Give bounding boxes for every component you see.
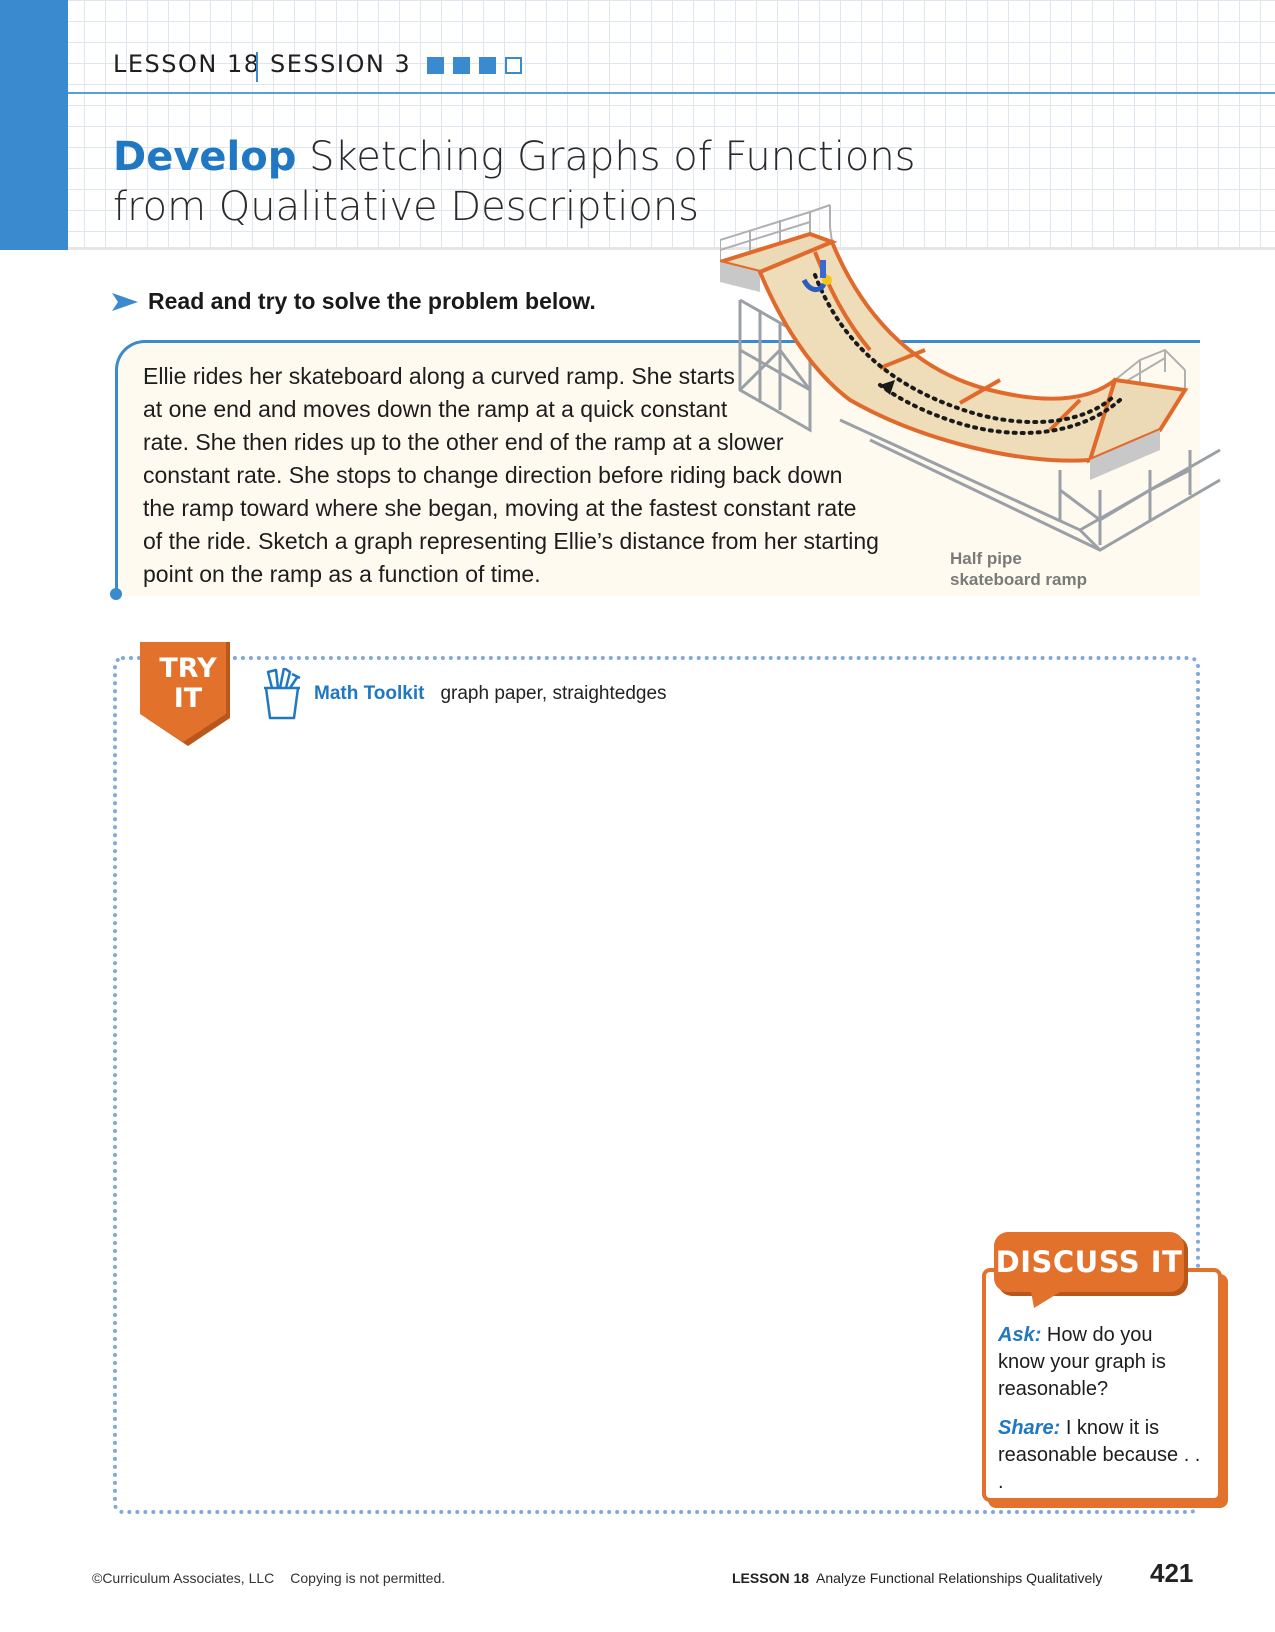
discuss-it-body: Ask: How do you know your graph is reaso… — [998, 1322, 1203, 1496]
instruction: Read and try to solve the problem below. — [112, 288, 596, 315]
ramp-caption-line-2: skateboard ramp — [950, 570, 1087, 589]
footer-lesson-title: Analyze Functional Relationships Qualita… — [816, 1570, 1103, 1586]
try-it-label: TRY IT — [140, 654, 236, 714]
lesson-label: LESSON 18 — [113, 50, 261, 78]
ramp-caption: Half pipe skateboard ramp — [950, 548, 1087, 590]
lesson-color-tab — [0, 0, 68, 250]
toolkit-cup-icon — [264, 668, 301, 720]
session-label: SESSION 3 — [270, 50, 412, 78]
it-label: IT — [173, 683, 203, 714]
title-line-2: from Qualitative Descriptions — [113, 184, 700, 230]
discuss-it-header: DISCUSS IT — [994, 1232, 1184, 1292]
try-label: TRY — [159, 653, 217, 684]
progress-square-empty — [505, 57, 522, 74]
discuss-share: Share: I know it is reasonable because .… — [998, 1415, 1203, 1496]
progress-square-filled — [479, 57, 496, 74]
speech-tail-icon — [1030, 1286, 1070, 1308]
lesson-separator — [256, 52, 258, 82]
math-toolkit: Math Toolkit graph paper, straightedges — [262, 668, 667, 720]
ask-label: Ask: — [998, 1324, 1042, 1346]
progress-square-filled — [453, 57, 470, 74]
discuss-it-title: DISCUSS IT — [995, 1245, 1183, 1279]
footer-copyright: ©Curriculum Associates, LLC Copying is no… — [92, 1570, 445, 1586]
ramp-caption-line-1: Half pipe — [950, 549, 1022, 568]
footer-lesson: LESSON 18 Analyze Functional Relationshi… — [732, 1570, 1102, 1586]
share-label: Share: — [998, 1417, 1061, 1439]
title-line-1: Sketching Graphs of Functions — [296, 134, 916, 180]
title-keyword: Develop — [113, 134, 297, 180]
header-divider — [68, 92, 1275, 94]
toolkit-label: Math Toolkit — [314, 683, 425, 704]
session-progress — [427, 57, 522, 74]
toolkit-items: graph paper, straightedges — [440, 683, 667, 704]
copying-notice: Copying is not permitted. — [290, 1570, 446, 1586]
half-pipe-ramp-illustration — [720, 204, 1221, 552]
page-number: 421 — [1150, 1558, 1194, 1588]
problem-box-dot — [110, 588, 122, 600]
arrow-right-icon — [112, 292, 138, 311]
instruction-text: Read and try to solve the problem below. — [148, 288, 596, 314]
discuss-ask: Ask: How do you know your graph is reaso… — [998, 1322, 1203, 1403]
footer-lesson-label: LESSON 18 — [732, 1570, 810, 1586]
copyright-text: ©Curriculum Associates, LLC — [92, 1570, 275, 1586]
progress-square-filled — [427, 57, 444, 74]
